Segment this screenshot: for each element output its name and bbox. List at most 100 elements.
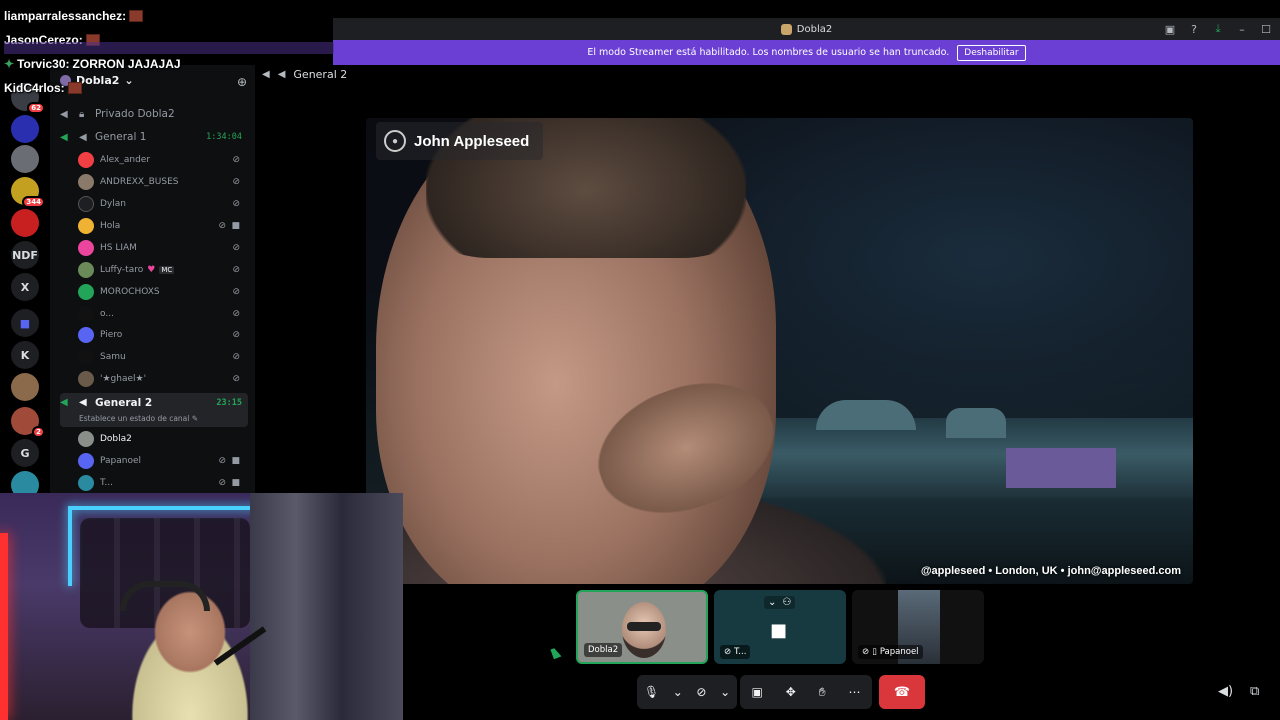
voice-user[interactable]: Samu ⊘ <box>78 346 248 367</box>
server-rail: 62 344 NDF X ■ K 2 G <box>0 65 50 499</box>
username: o... <box>100 308 114 319</box>
people-icon[interactable]: ⚇ <box>782 597 791 608</box>
chat-user: Torvic30: <box>17 57 70 71</box>
avatar <box>78 173 94 190</box>
server-item-7[interactable]: 2 <box>11 407 45 438</box>
mic-muted-icon: ⊘ <box>218 455 226 466</box>
tile-label: ⊘ T... <box>720 645 751 659</box>
avatar <box>78 195 94 212</box>
voice-user[interactable]: o... ⊘ <box>78 303 248 324</box>
chevron-down-icon[interactable]: ⌄ <box>720 685 730 699</box>
channel-label: Privado Dobla2 <box>95 108 175 120</box>
participant-name: Papanoel <box>879 647 919 657</box>
disable-streamer-button[interactable]: Deshabilitar <box>957 44 1026 61</box>
voice-user[interactable]: Hola ⊘ ■ <box>78 215 248 236</box>
server-item-5[interactable] <box>11 209 39 237</box>
channel-sidebar: Dobla2 ⌄ ⊕ ◀ 🔒︎ Privado Dobla2 ◀ ◀ Gener… <box>50 65 255 495</box>
chevron-down-icon[interactable]: ⌄ <box>673 685 683 699</box>
volume-icon: ◀ <box>60 131 68 143</box>
participant-tile[interactable]: Dobla2 <box>576 590 708 664</box>
hang-up-icon: ☎︎ <box>893 684 911 700</box>
chat-user: KidC4rlos: <box>4 81 65 95</box>
channel-label: General 1 <box>95 131 147 143</box>
streamer-mode-banner: El modo Streamer está habilitado. Los no… <box>333 40 1280 65</box>
speaker-icon: ◀ <box>79 397 87 408</box>
mic-muted-icon: ⊘ <box>232 329 240 340</box>
participant-name: T... <box>734 647 747 657</box>
stream-chat-overlay: liamparralessanchez: JasonCerezo: ✦ Torvi… <box>4 4 334 100</box>
popout-icon[interactable]: ⧉ <box>1250 684 1259 699</box>
chevron-down-icon[interactable]: ⌄ <box>768 597 776 608</box>
more-icon[interactable]: ⋯ <box>849 685 861 699</box>
server-item-g[interactable]: G <box>11 439 39 467</box>
server-item-6[interactable] <box>11 373 39 401</box>
mouse-cursor <box>550 646 562 660</box>
tile-label: Dobla2 <box>584 643 623 657</box>
window-title: Dobla2 <box>796 23 833 35</box>
channel-status-prompt[interactable]: Establece un estado de canal ✎ <box>79 414 198 423</box>
channel-timer: 23:15 <box>216 398 242 408</box>
emote-icon <box>129 10 144 22</box>
voice-user[interactable]: Dylan ⊘ <box>78 193 248 214</box>
pencil-icon: ✎ <box>191 414 199 423</box>
neon-light <box>70 506 258 510</box>
screen-share-icon[interactable]: ▣ <box>751 685 762 699</box>
help-icon[interactable]: ? <box>1186 21 1202 37</box>
server-item-2[interactable] <box>11 115 39 143</box>
mic-muted-icon: ⊘ <box>218 220 226 231</box>
server-item-4[interactable]: 344 <box>11 177 45 208</box>
voice-user[interactable]: Luffy-taro ♥ MC ⊘ <box>78 259 248 280</box>
server-item-x[interactable]: X <box>11 273 39 301</box>
sparkle-icon: ✦ <box>4 57 15 71</box>
chat-message: liamparralessanchez: <box>4 4 334 28</box>
activities-icon[interactable]: ✥ <box>786 685 796 699</box>
emote-icon <box>67 82 82 94</box>
avatar <box>78 326 94 343</box>
mic-muted-icon: ⊘ <box>232 198 240 209</box>
server-item-k[interactable]: K <box>11 341 39 369</box>
avatar <box>78 261 94 278</box>
mic-muted-icon: ⊘ <box>232 264 240 275</box>
tile-controls[interactable]: ⌄ ⚇ <box>764 596 796 609</box>
soundboard-icon[interactable]: ✋︎ <box>819 685 826 700</box>
participant-tile[interactable]: ⌄ ⚇ ■ ⊘ T... <box>714 590 846 664</box>
folder-icon[interactable]: ■ <box>11 309 39 337</box>
channel-general-1[interactable]: ◀ ◀ General 1 1:34:04 <box>60 126 248 148</box>
camera-off-icon[interactable]: ⊘ <box>696 685 706 699</box>
voice-user[interactable]: HS LIAM ⊘ <box>78 237 248 258</box>
server-item-ndf[interactable]: NDF <box>11 241 39 269</box>
maximize-icon[interactable]: ☐ <box>1258 21 1274 37</box>
voice-user[interactable]: ANDREXX_BUSES ⊘ <box>78 171 248 192</box>
channel-label: General 2 <box>95 397 153 409</box>
participant-tile[interactable]: ⊘ ▯ Papanoel <box>852 590 984 664</box>
server-item-3[interactable] <box>11 145 39 173</box>
inbox-icon[interactable]: ▣ <box>1162 21 1178 37</box>
stream-nametag: ● John Appleseed <box>376 122 544 160</box>
username: Alex_ander <box>100 154 151 165</box>
voice-user[interactable]: Papanoel ⊘ ■ <box>78 450 248 471</box>
microphone-icon[interactable]: 🎙︎ <box>644 685 659 699</box>
main-video-stream[interactable]: ● John Appleseed @appleseed • London, UK… <box>366 118 1193 584</box>
voice-user[interactable]: Alex_ander ⊘ <box>78 149 248 170</box>
minimize-icon[interactable]: – <box>1234 21 1250 37</box>
username: Papanoel <box>100 455 142 466</box>
volume-icon[interactable]: ◀) <box>1218 684 1233 699</box>
voice-user[interactable]: T... ⊘ ■ <box>78 472 248 493</box>
voice-user[interactable]: Dobla2 <box>78 428 248 449</box>
mic-muted-icon: ⊘ <box>232 308 240 319</box>
disconnect-button[interactable]: ☎︎ <box>879 675 925 709</box>
media-controls: 🎙︎ ⌄ ⊘ ⌄ <box>637 675 737 709</box>
download-icon[interactable]: ⤓ <box>1210 21 1226 37</box>
voice-user[interactable]: MOROCHOXS ⊘ <box>78 281 248 302</box>
mention-badge: 62 <box>27 102 45 114</box>
chat-user: liamparralessanchez: <box>4 9 127 23</box>
channel-private[interactable]: ◀ 🔒︎ Privado Dobla2 <box>60 103 248 125</box>
voice-user[interactable]: Piero ⊘ <box>78 324 248 345</box>
voice-user[interactable]: '★ghael★' ⊘ <box>78 368 248 389</box>
user-icon: ● <box>384 130 406 152</box>
username: Samu <box>100 351 126 362</box>
username: MOROCHOXS <box>100 286 160 297</box>
channel-timer: 1:34:04 <box>206 132 242 142</box>
username: Luffy-taro <box>100 264 144 275</box>
sunglasses <box>627 622 661 631</box>
